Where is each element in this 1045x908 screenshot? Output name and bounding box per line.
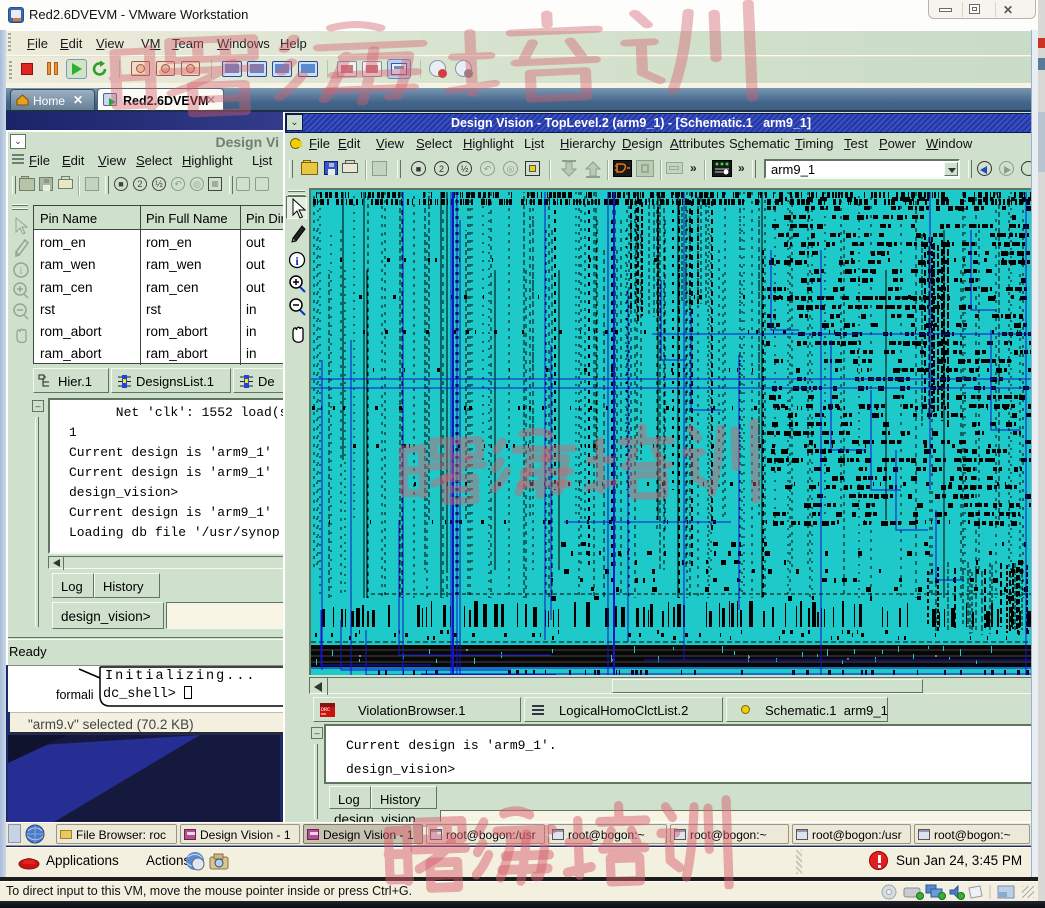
svg-text:i: i (20, 266, 23, 277)
svg-text:DRC: DRC (321, 707, 330, 713)
